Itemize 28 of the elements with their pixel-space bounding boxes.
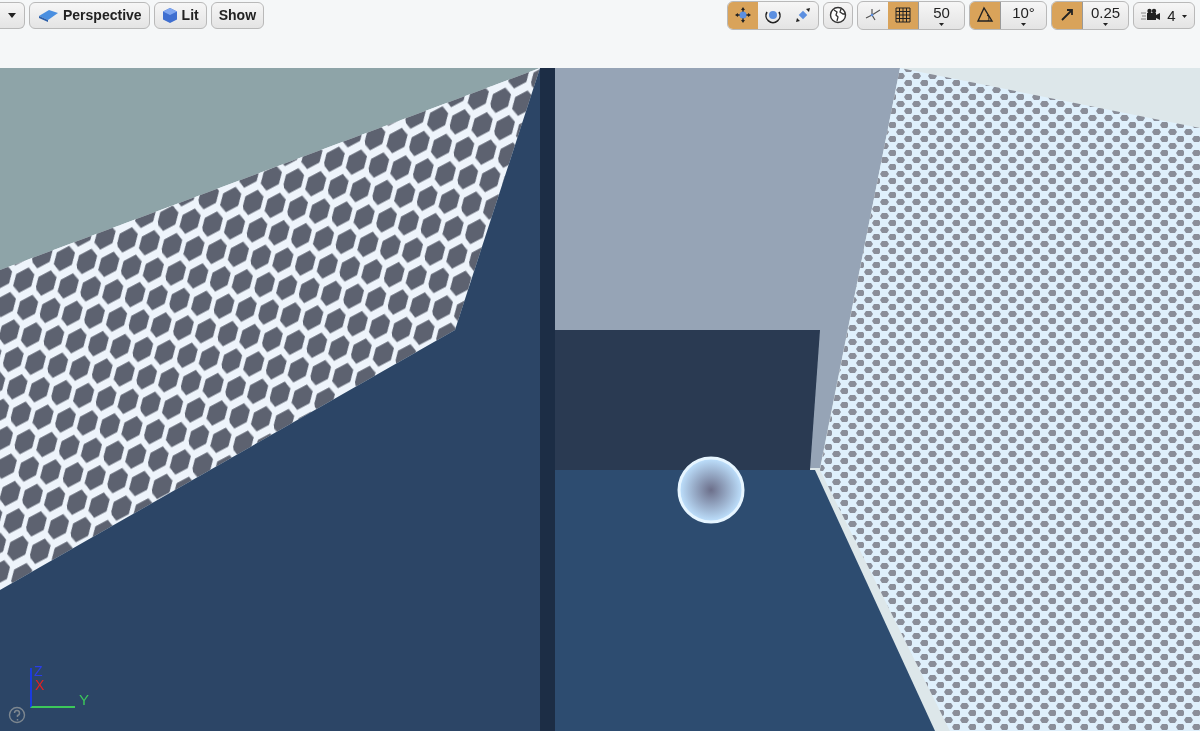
y-axis-label: Y: [79, 693, 89, 707]
globe-icon: [829, 6, 847, 24]
caret-icon: [1181, 14, 1187, 18]
translate-tool-button[interactable]: [728, 1, 758, 29]
camera-speed-button[interactable]: 4: [1133, 1, 1195, 29]
scale-arrows-icon: [794, 6, 812, 24]
rotation-snap-button[interactable]: [970, 1, 1000, 29]
perspective-button[interactable]: Perspective: [29, 1, 150, 29]
grid-icon: [895, 7, 911, 23]
viewport-menu-button[interactable]: [0, 1, 25, 29]
caret-icon: [1103, 23, 1108, 26]
angle-icon: [976, 6, 994, 24]
movie-camera-icon: [1141, 8, 1162, 22]
diagonal-arrow-icon: [1059, 7, 1075, 23]
x-axis-label: X: [35, 678, 45, 692]
scale-snap-button[interactable]: [1052, 1, 1082, 29]
caret-icon: [8, 12, 16, 18]
move-arrows-icon: [734, 6, 752, 24]
cube-icon: [161, 6, 178, 24]
help-icon[interactable]: [8, 706, 26, 724]
world-space-button[interactable]: [823, 1, 853, 29]
camera-plane-icon: [37, 8, 59, 22]
z-axis-label: Z: [34, 664, 43, 678]
lit-button[interactable]: Lit: [153, 1, 207, 29]
caret-icon: [1021, 23, 1026, 26]
grid-snap-button[interactable]: [888, 1, 918, 29]
show-button[interactable]: Show: [210, 1, 265, 29]
caret-icon: [939, 23, 944, 26]
